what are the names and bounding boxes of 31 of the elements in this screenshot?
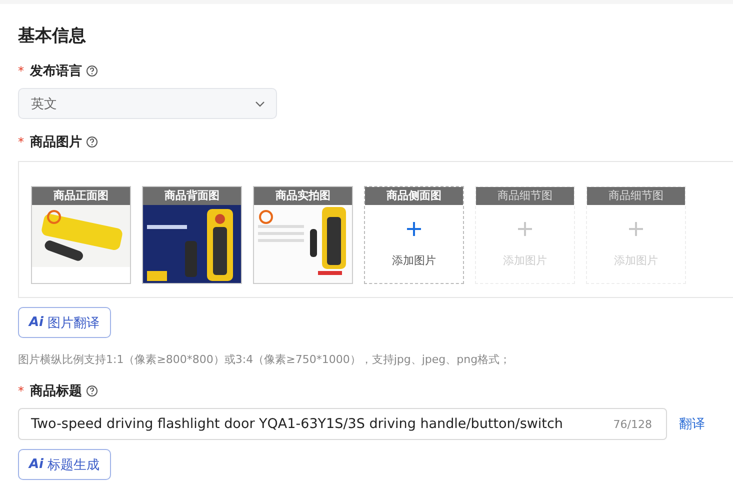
slot-title: 商品背面图: [143, 187, 241, 205]
language-select[interactable]: 英文: [18, 88, 277, 119]
required-mark: *: [18, 64, 24, 78]
translate-link[interactable]: 翻译: [679, 415, 705, 433]
help-icon[interactable]: [86, 65, 98, 77]
help-icon[interactable]: [86, 385, 98, 397]
section-title: 基本信息: [18, 25, 87, 48]
image-hint: 图片横纵比例支持1:1（像素≥800*800）或3:4（像素≥750*1000），支持jpg、jpeg、png格式；: [18, 352, 512, 368]
slot-title: 商品细节图: [476, 187, 574, 205]
field-label: 商品图片: [30, 134, 82, 151]
slot-title: 商品侧面图: [365, 187, 463, 205]
plus-icon: [406, 220, 422, 236]
slot-title: 商品细节图: [587, 187, 685, 205]
char-counter: 76/128: [613, 418, 652, 430]
upload-slot[interactable]: 商品侧面图 添加图片: [364, 186, 464, 284]
image-slot[interactable]: 商品背面图: [142, 186, 242, 284]
slot-title: 商品实拍图: [254, 187, 352, 205]
required-mark: *: [18, 384, 24, 398]
plus-icon: [517, 220, 533, 236]
plus-icon: [628, 220, 644, 236]
field-label: 发布语言: [30, 62, 82, 80]
add-image-label: 添加图片: [392, 252, 436, 268]
image-slot[interactable]: 商品正面图: [31, 186, 131, 284]
slot-title: 商品正面图: [32, 187, 130, 205]
required-mark: *: [18, 135, 24, 149]
title-input[interactable]: Two-speed driving flashlight door YQA1-63Y1S/3S driving handle/button/switch 76/128: [18, 408, 667, 440]
field-label: 商品标题: [30, 382, 82, 400]
help-icon[interactable]: [86, 136, 98, 148]
image-slot[interactable]: 商品实拍图: [253, 186, 353, 284]
generate-title-button[interactable]: Ai 标题生成: [18, 449, 111, 480]
translate-images-button[interactable]: Ai 图片翻译: [18, 307, 111, 338]
